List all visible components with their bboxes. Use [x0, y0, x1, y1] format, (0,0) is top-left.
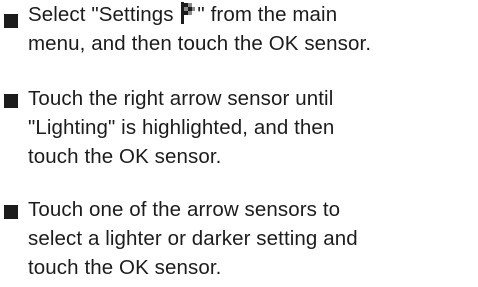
bullet-square-icon [4, 94, 18, 108]
bullet-square-icon [4, 14, 18, 28]
line-text-after-icon: " from the main [197, 3, 338, 26]
instruction-line-3-2: select a lighter or darker setting and [28, 227, 358, 250]
instruction-line-2-1: Touch the right arrow sensor until [28, 87, 334, 110]
instruction-text-1: Select "Settings " from the main menu, a… [28, 0, 478, 58]
instruction-line-3-3: touch the OK sensor. [28, 256, 222, 279]
instruction-line-1-2: menu, and then touch the OK sensor. [28, 32, 372, 55]
instruction-line-2-2: "Lighting" is highlighted, and then [28, 116, 335, 139]
instruction-line-1-1: Select "Settings " from the main [28, 0, 478, 29]
instruction-text-2: Touch the right arrow sensor until "Ligh… [28, 84, 478, 171]
bullet-square-icon [4, 205, 18, 219]
settings-flag-icon [181, 2, 196, 24]
instruction-text-3: Touch one of the arrow sensors to select… [28, 195, 478, 282]
instruction-line-2-3: touch the OK sensor. [28, 145, 222, 168]
line-text-before-icon: Select "Settings [28, 3, 180, 26]
instruction-line-3-1: Touch one of the arrow sensors to [28, 198, 341, 221]
instruction-page: Select "Settings " from the main menu, a… [0, 0, 478, 287]
